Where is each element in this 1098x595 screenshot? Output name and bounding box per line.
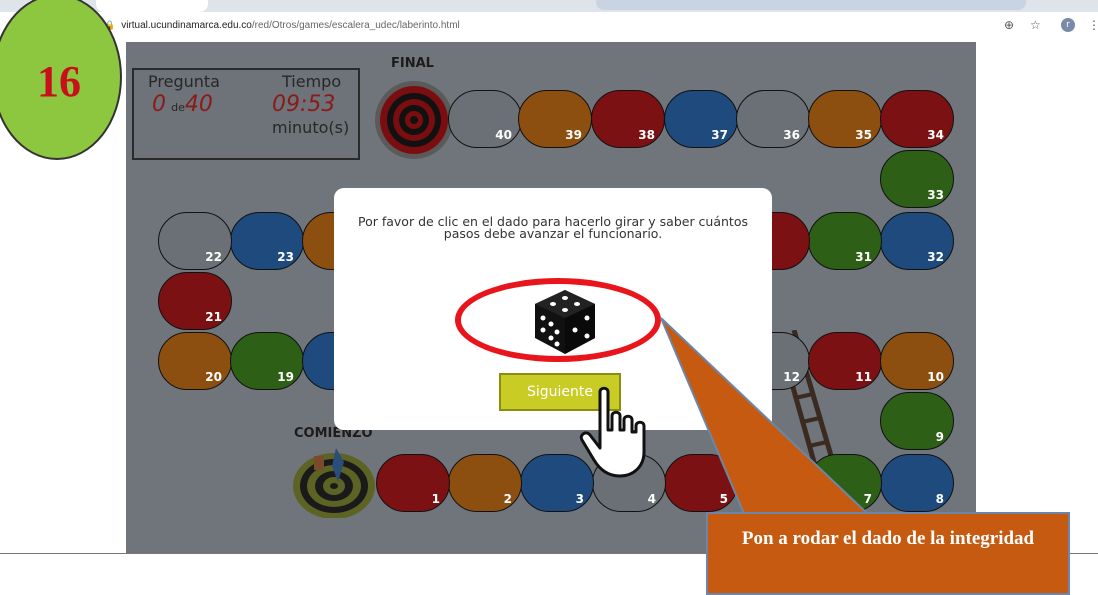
callout-box: Pon a rodar el dado de la integridad — [706, 512, 1070, 595]
callout-pointer — [660, 317, 873, 517]
